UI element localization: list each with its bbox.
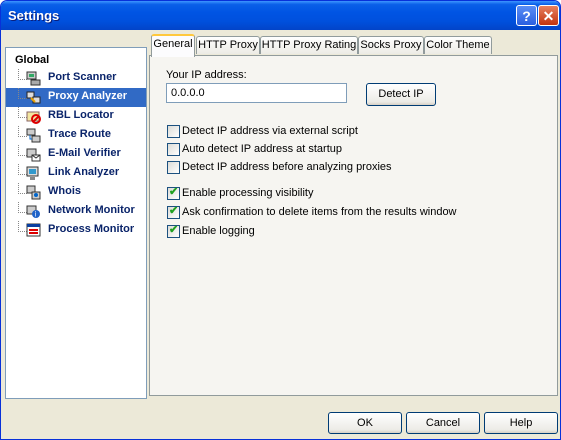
checkbox-box[interactable]: ✔ — [167, 186, 180, 200]
sidebar-item-label: Trace Route — [48, 128, 111, 140]
sidebar-item-network-monitor[interactable]: i Network Monitor — [6, 202, 146, 221]
network-monitor-icon: i — [26, 205, 40, 219]
whois-icon — [26, 185, 41, 200]
sidebar-item-whois[interactable]: Whois — [6, 183, 146, 202]
process-monitor-icon — [26, 223, 41, 237]
tab-general[interactable]: General — [151, 34, 195, 57]
sidebar-item-link-analyzer[interactable]: Link Analyzer — [6, 164, 146, 183]
checkbox-label: Detect IP address via external script — [182, 125, 358, 137]
checkbox-label: Auto detect IP address at startup — [182, 143, 343, 155]
sidebar-item-email-verifier[interactable]: E-Mail Verifier — [6, 145, 146, 164]
title-bar[interactable]: Settings ? ✕ — [1, 1, 560, 30]
sidebar-item-label: Proxy Analyzer — [48, 90, 128, 102]
ip-address-field[interactable]: 0.0.0.0 — [166, 83, 347, 103]
sidebar-item-label: RBL Locator — [48, 109, 114, 121]
tab-socks-proxy[interactable]: Socks Proxy — [358, 36, 424, 54]
checkbox-label: Ask confirmation to delete items from th… — [182, 206, 457, 218]
checkbox-label: Detect IP address before analyzing proxi… — [182, 161, 392, 173]
tab-http-proxy-rating[interactable]: HTTP Proxy Rating — [260, 36, 358, 54]
checkbox-box[interactable] — [167, 161, 180, 174]
ip-address-label: Your IP address: — [166, 69, 247, 81]
email-verifier-icon — [26, 148, 41, 162]
checkbox-box[interactable]: ✔ — [167, 205, 180, 219]
settings-tree[interactable]: Global Port Scanner Proxy Analyzer RBL L… — [5, 47, 147, 399]
tab-http-proxy[interactable]: HTTP Proxy — [196, 36, 260, 54]
checkbox-box[interactable]: ✔ — [167, 224, 180, 238]
checkmark-icon: ✔ — [169, 224, 179, 236]
sidebar-item-trace-route[interactable]: Trace Route — [6, 126, 146, 145]
link-analyzer-icon — [26, 166, 39, 180]
sidebar-item-label: Process Monitor — [48, 223, 135, 235]
window-title: Settings — [8, 8, 60, 23]
checkbox-label: Enable processing visibility — [182, 187, 314, 199]
checkmark-icon: ✔ — [169, 205, 179, 217]
sidebar-item-label: Port Scanner — [48, 71, 117, 83]
settings-window: Settings ? ✕ Global Port Scanner Proxy A… — [0, 0, 561, 440]
sidebar-item-proxy-analyzer[interactable]: Proxy Analyzer — [6, 88, 146, 107]
proxy-analyzer-icon — [26, 91, 41, 104]
sidebar-item-port-scanner[interactable]: Port Scanner — [6, 69, 146, 88]
tab-color-theme[interactable]: Color Theme — [424, 36, 492, 54]
svg-text:i: i — [35, 211, 37, 219]
sidebar-item-label: Network Monitor — [48, 204, 135, 216]
port-scanner-icon — [26, 71, 41, 86]
rbl-locator-icon — [26, 111, 41, 124]
title-help-button[interactable]: ? — [516, 5, 537, 26]
checkbox-box[interactable] — [167, 143, 180, 156]
cancel-button[interactable]: Cancel — [406, 412, 480, 434]
checkbox-box[interactable] — [167, 125, 180, 138]
sidebar-item-label: Link Analyzer — [48, 166, 120, 178]
tree-group-global[interactable]: Global — [15, 54, 49, 66]
sidebar-item-rbl-locator[interactable]: RBL Locator — [6, 107, 146, 126]
trace-route-icon — [26, 128, 41, 143]
ok-button[interactable]: OK — [328, 412, 402, 434]
sidebar-item-label: E-Mail Verifier — [48, 147, 121, 159]
settings-tabs: General HTTP Proxy HTTP Proxy Rating Soc… — [149, 34, 557, 57]
title-close-button[interactable]: ✕ — [538, 5, 559, 26]
detect-ip-button[interactable]: Detect IP — [366, 83, 436, 106]
checkbox-label: Enable logging — [182, 225, 255, 237]
checkmark-icon: ✔ — [169, 186, 179, 198]
help-button[interactable]: Help — [484, 412, 558, 434]
sidebar-item-label: Whois — [48, 185, 81, 197]
sidebar-item-process-monitor[interactable]: Process Monitor — [6, 221, 146, 240]
